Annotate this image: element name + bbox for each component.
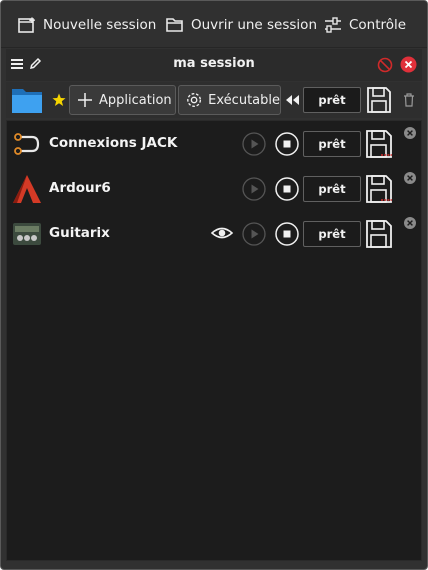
- new-session-button[interactable]: Nouvelle session: [18, 11, 156, 39]
- client-status: prêt: [303, 131, 361, 157]
- open-session-label: Ouvrir une session: [191, 17, 317, 33]
- remove-client-icon[interactable]: [403, 126, 417, 140]
- control-button[interactable]: Contrôle: [324, 11, 406, 39]
- control-label: Contrôle: [349, 17, 407, 33]
- open-session-button[interactable]: Ouvrir une session: [166, 11, 317, 39]
- save-client-icon[interactable]: [365, 174, 393, 204]
- trash-icon[interactable]: [403, 93, 415, 107]
- client-name: Guitarix: [49, 225, 110, 241]
- remove-client-icon[interactable]: [403, 171, 417, 185]
- session-header: ma session: [6, 49, 422, 81]
- session-title: ma session: [173, 56, 255, 71]
- client-name: Connexions JACK: [49, 135, 178, 151]
- add-executable-label: Exécutable: [208, 92, 280, 108]
- executable-gear-icon: [187, 93, 202, 107]
- top-toolbar: Nouvelle session Ouvrir une session Cont…: [1, 1, 427, 48]
- stop-client-icon[interactable]: [275, 177, 299, 201]
- plus-icon: [78, 93, 92, 107]
- sliders-icon: [325, 16, 341, 33]
- stop-client-icon[interactable]: [275, 222, 299, 246]
- start-client-icon[interactable]: [242, 177, 266, 201]
- abort-session-icon[interactable]: [377, 57, 393, 73]
- session-folder-icon[interactable]: [11, 86, 43, 114]
- client-row-jack: Connexions JACK prêt: [7, 122, 421, 167]
- client-list: Connexions JACK prêt Ardour6 prêt Guitar…: [6, 120, 422, 561]
- client-row-ardour: Ardour6 prêt: [7, 167, 421, 212]
- guitarix-icon: [13, 223, 41, 245]
- show-gui-eye-icon[interactable]: [211, 224, 233, 242]
- remove-client-icon[interactable]: [403, 216, 417, 230]
- close-session-icon[interactable]: [400, 56, 417, 73]
- add-executable-button[interactable]: Exécutable: [178, 85, 281, 115]
- start-client-icon[interactable]: [242, 132, 266, 156]
- save-client-icon[interactable]: [365, 219, 393, 249]
- stop-client-icon[interactable]: [275, 132, 299, 156]
- save-session-icon[interactable]: [366, 86, 392, 114]
- new-session-label: Nouvelle session: [43, 17, 157, 33]
- jack-connections-icon: [14, 133, 40, 155]
- client-status: prêt: [303, 221, 361, 247]
- add-application-button[interactable]: Application: [69, 85, 176, 115]
- client-status: prêt: [303, 176, 361, 202]
- session-toolbar: Application Exécutable prêt: [6, 82, 422, 118]
- open-folder-icon: [166, 18, 183, 32]
- main-window: Nouvelle session Ouvrir une session Cont…: [0, 0, 428, 570]
- client-name: Ardour6: [49, 180, 111, 196]
- client-row-guitarix: Guitarix prêt: [7, 212, 421, 257]
- session-status: prêt: [303, 87, 361, 113]
- start-client-icon[interactable]: [242, 222, 266, 246]
- rewind-icon[interactable]: [285, 94, 300, 106]
- new-session-icon: [18, 17, 35, 33]
- add-application-label: Application: [99, 92, 172, 108]
- save-client-icon[interactable]: [365, 129, 393, 159]
- favorite-star-icon[interactable]: [52, 93, 66, 107]
- ardour-icon: [13, 175, 41, 203]
